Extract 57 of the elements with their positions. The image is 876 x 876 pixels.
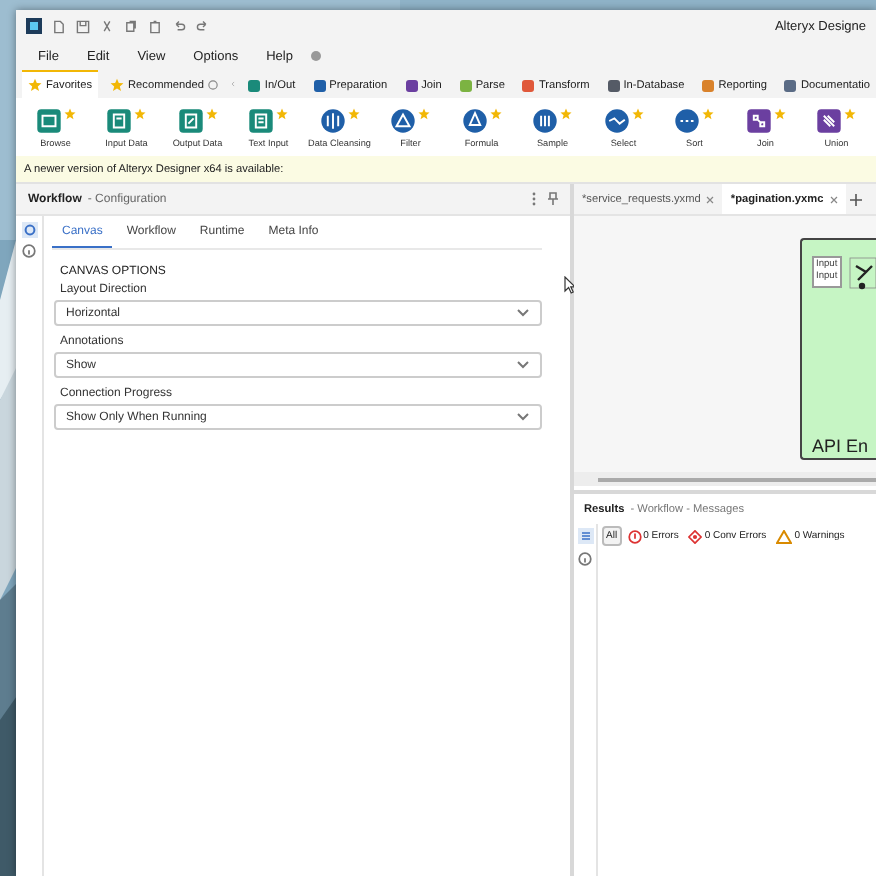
category-icon [607, 79, 620, 91]
chevron-down-icon [516, 308, 530, 318]
pin-icon[interactable] [548, 192, 558, 206]
star-icon [631, 107, 644, 119]
tool-icon[interactable] [35, 107, 62, 133]
star-icon [276, 107, 289, 119]
redo-icon[interactable] [196, 19, 210, 33]
star-icon [134, 107, 147, 119]
star-icon [347, 107, 360, 119]
list-icon[interactable] [577, 528, 593, 544]
error-icon [627, 529, 642, 543]
conversion-error-icon [688, 529, 703, 543]
app-logo-icon [26, 18, 42, 34]
new-file-icon[interactable] [52, 19, 66, 33]
category-icon [313, 79, 326, 91]
star-icon [205, 107, 218, 119]
star-icon [773, 107, 786, 119]
tool-icon[interactable] [248, 107, 275, 133]
star-icon [844, 107, 857, 119]
category-icon [522, 79, 535, 91]
star-icon [110, 78, 125, 92]
star-icon [63, 107, 76, 119]
tool-icon[interactable] [461, 107, 488, 133]
cut-icon[interactable] [100, 19, 114, 33]
tool-icon[interactable] [532, 107, 559, 133]
save-icon[interactable] [76, 19, 90, 33]
add-tab-icon[interactable] [849, 193, 862, 205]
chevron-down-icon [516, 360, 530, 370]
container-label: API En [812, 436, 871, 458]
category-icon [459, 79, 472, 91]
tool-icon[interactable] [603, 107, 630, 133]
category-icon [405, 79, 418, 91]
chevron-down-icon [516, 412, 530, 422]
tool-icon[interactable] [674, 107, 701, 133]
warning-icon [776, 529, 793, 543]
star-icon [28, 78, 42, 92]
star-icon [489, 107, 502, 119]
copy-icon[interactable] [124, 19, 138, 33]
settings-icon[interactable] [21, 222, 37, 238]
tool-icon[interactable] [816, 107, 843, 133]
close-icon[interactable] [706, 195, 715, 203]
paste-icon[interactable] [148, 19, 162, 33]
star-icon [560, 107, 573, 119]
tool-icon[interactable] [319, 107, 346, 133]
tool-icon[interactable] [745, 107, 772, 133]
star-icon [418, 107, 431, 119]
category-icon [784, 79, 797, 91]
tool-icon[interactable] [177, 107, 204, 133]
category-icon [248, 79, 261, 91]
tool-node-icon[interactable] [847, 256, 876, 292]
tool-icon[interactable] [106, 107, 133, 133]
undo-icon[interactable] [172, 19, 186, 33]
scrollbar-thumb[interactable] [598, 477, 876, 481]
close-icon[interactable] [829, 195, 838, 203]
category-icon [702, 79, 715, 91]
tool-icon[interactable] [390, 107, 417, 133]
star-icon [702, 107, 715, 119]
